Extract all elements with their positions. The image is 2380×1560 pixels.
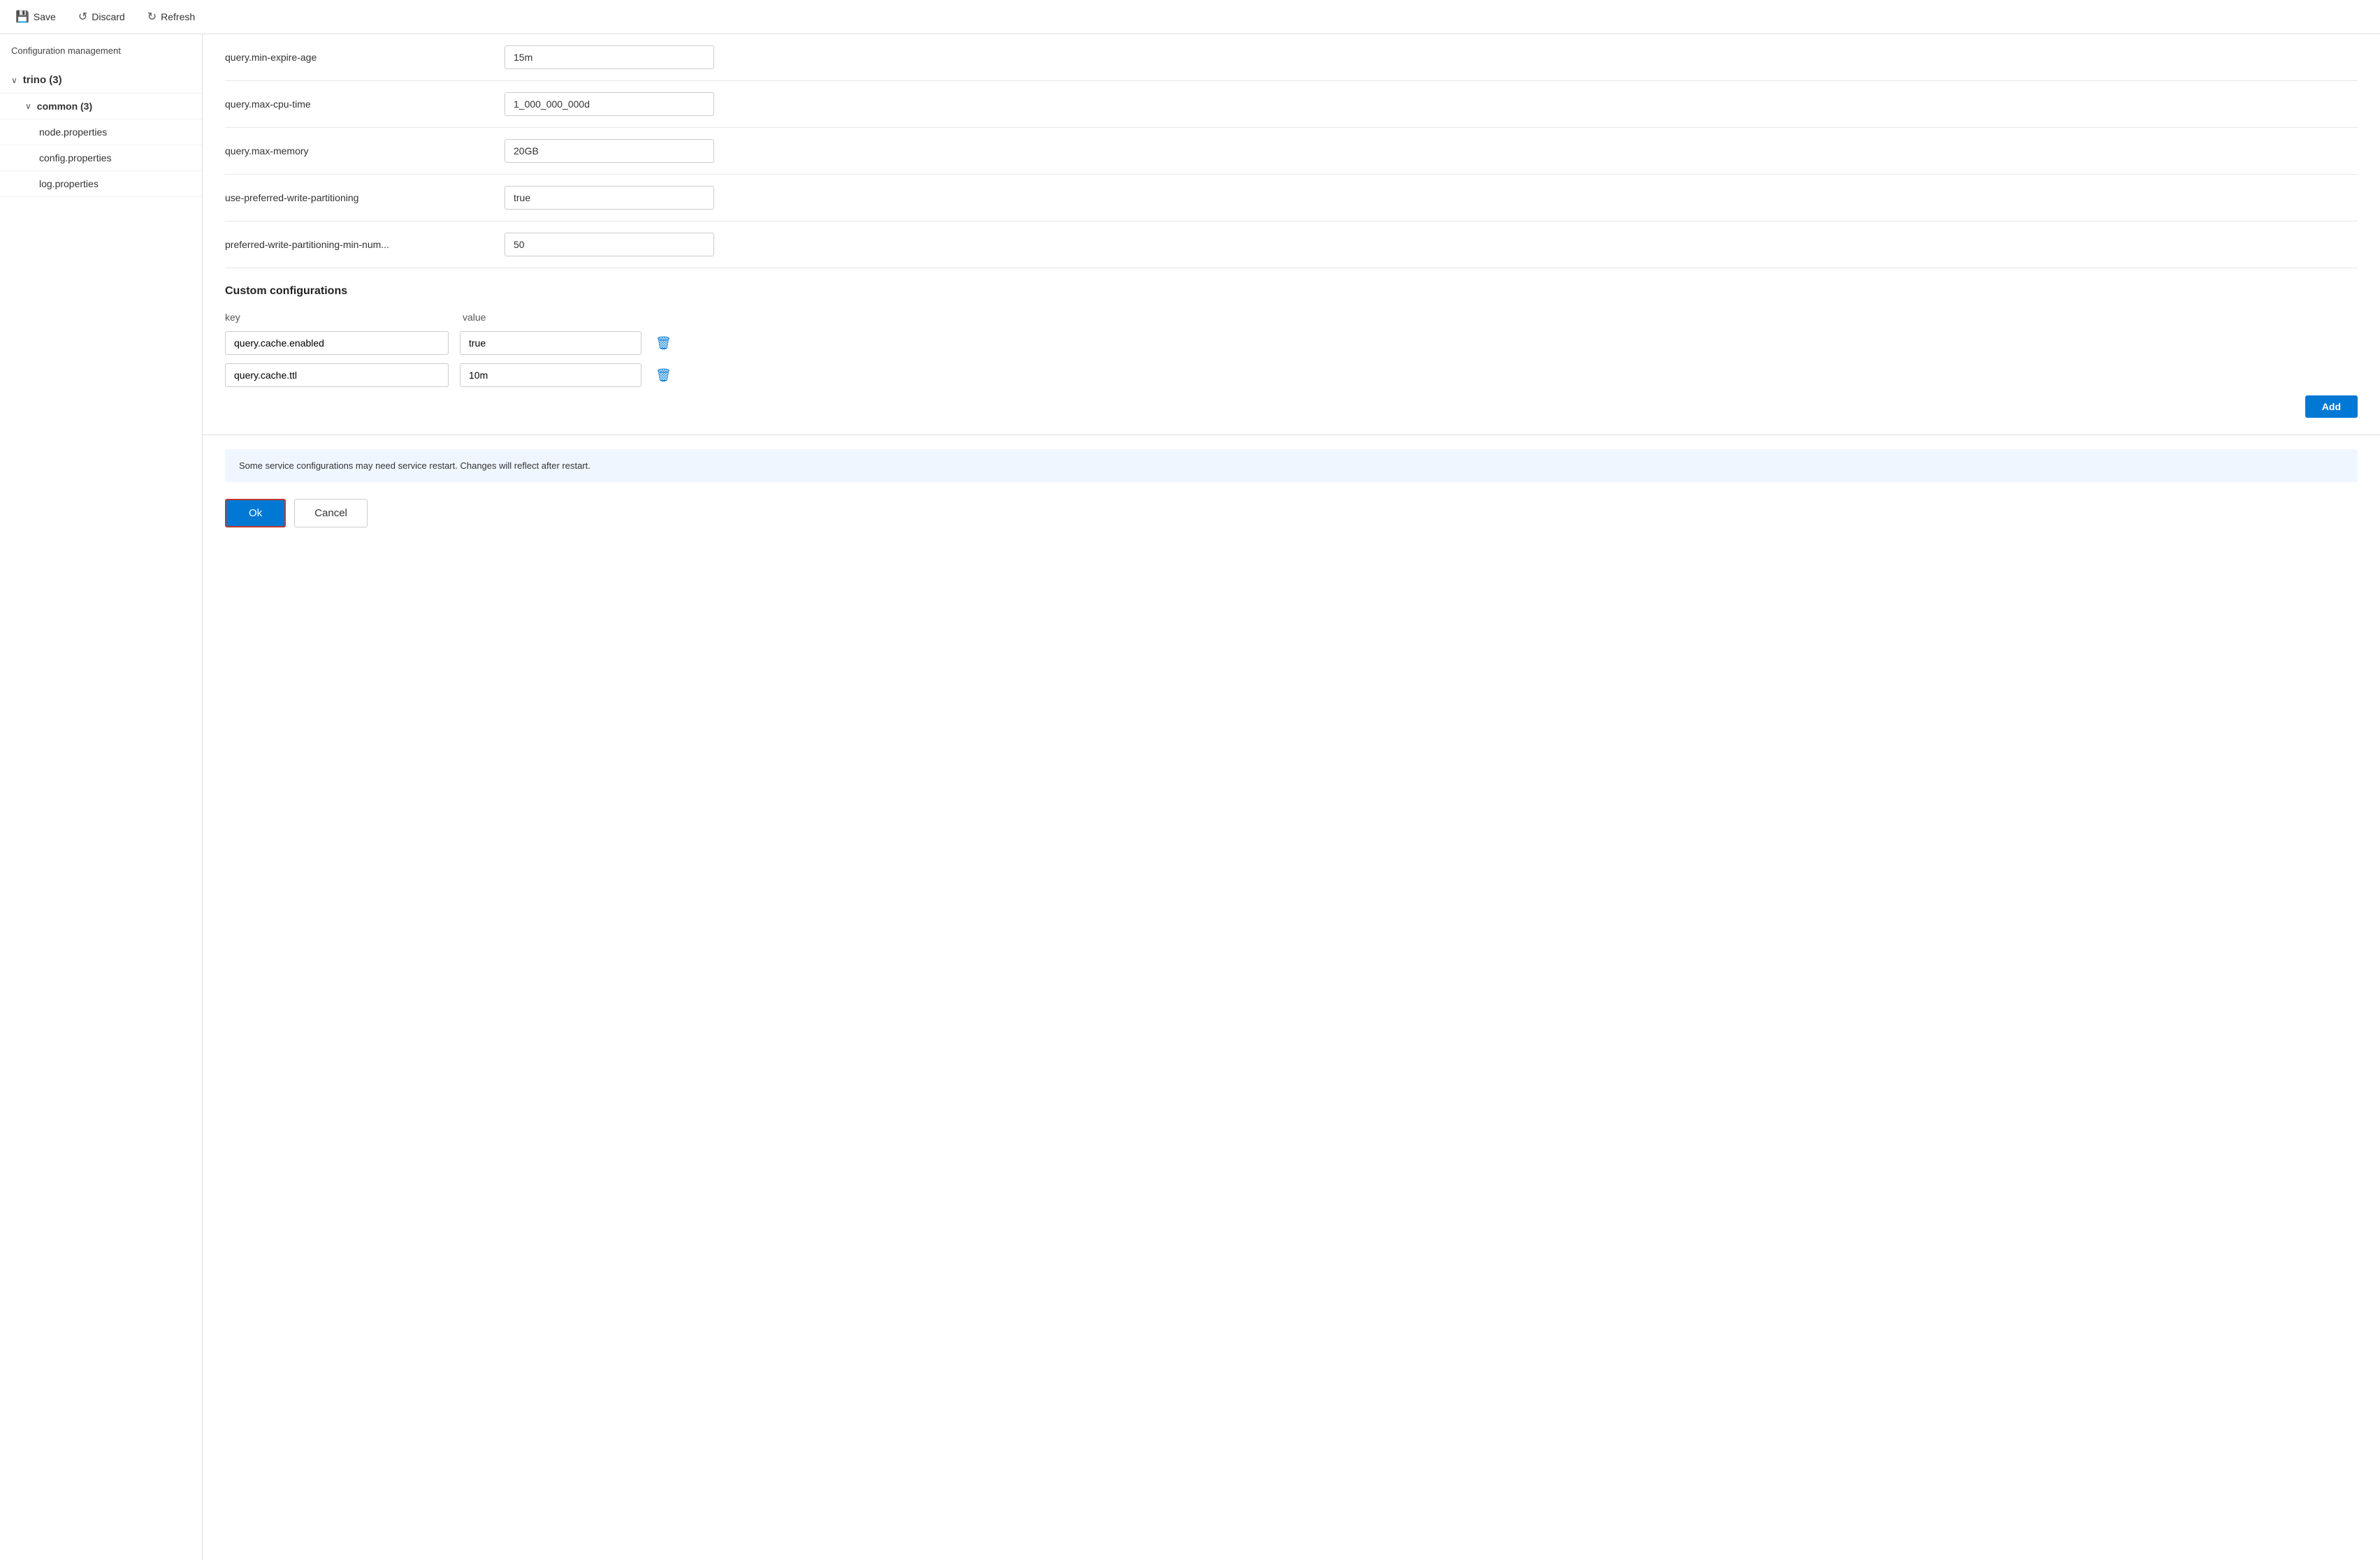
refresh-icon: ↻ [147,10,157,24]
chevron-down-icon: ∨ [11,75,17,85]
config-row-2: query.max-memory [225,128,2358,175]
tree-item-common[interactable]: ∨ common (3) [0,94,202,119]
config-value-input-3[interactable] [505,186,714,210]
custom-row-0: 🗑 [225,331,2358,355]
discard-label: Discard [92,11,124,22]
custom-configs-title: Custom configurations [225,285,2358,298]
delete-row-1-button[interactable]: 🗑 [653,365,674,386]
action-buttons: Ok Cancel [203,499,2380,550]
save-icon: 💾 [15,10,29,24]
tree-item-label-node-properties: node.properties [39,126,107,138]
config-value-input-1[interactable] [505,92,714,116]
add-button[interactable]: Add [2305,395,2358,418]
config-label-4: preferred-write-partitioning-min-num... [225,239,491,250]
sidebar-title: Configuration management [0,45,202,67]
cancel-button[interactable]: Cancel [294,499,368,527]
custom-key-input-1[interactable] [225,363,449,387]
custom-key-input-0[interactable] [225,331,449,355]
custom-configs-section: Custom configurations key value 🗑 🗑 Add [203,268,2380,435]
custom-row-1: 🗑 [225,363,2358,387]
config-label-0: query.min-expire-age [225,52,491,63]
config-row-3: use-preferred-write-partitioning [225,175,2358,221]
toolbar: 💾 Save ↺ Discard ↻ Refresh [0,0,2380,34]
refresh-button[interactable]: ↻ Refresh [143,7,199,27]
custom-table-header: key value [225,312,2358,323]
tree-item-trino[interactable]: ∨ trino (3) [0,67,202,94]
info-banner: Some service configurations may need ser… [225,449,2358,482]
main-layout: Configuration management ∨ trino (3) ∨ c… [0,34,2380,1560]
config-value-input-2[interactable] [505,139,714,163]
tree-item-label-config-properties: config.properties [39,152,112,163]
tree-item-label-trino: trino (3) [23,74,62,86]
config-label-3: use-preferred-write-partitioning [225,192,491,203]
config-section: query.min-expire-age query.max-cpu-time … [203,34,2380,268]
tree-item-log-properties[interactable]: log.properties [0,171,202,197]
config-row-0: query.min-expire-age [225,34,2358,81]
custom-value-input-0[interactable] [460,331,641,355]
config-value-input-0[interactable] [505,45,714,69]
ok-button[interactable]: Ok [225,499,286,527]
sidebar: Configuration management ∨ trino (3) ∨ c… [0,34,203,1560]
config-row-1: query.max-cpu-time [225,81,2358,128]
chevron-down-icon: ∨ [25,101,31,111]
tree-item-label-log-properties: log.properties [39,178,99,189]
config-label-1: query.max-cpu-time [225,99,491,110]
tree-item-label-common: common (3) [37,101,92,112]
config-value-input-4[interactable] [505,233,714,256]
refresh-label: Refresh [161,11,195,22]
custom-value-header: value [463,312,486,323]
content-area: query.min-expire-age query.max-cpu-time … [203,34,2380,1560]
delete-row-0-button[interactable]: 🗑 [653,333,674,353]
tree-item-node-properties[interactable]: node.properties [0,119,202,145]
add-btn-row: Add [225,395,2358,418]
discard-button[interactable]: ↺ Discard [74,7,129,27]
custom-value-input-1[interactable] [460,363,641,387]
save-button[interactable]: 💾 Save [11,7,60,27]
save-label: Save [34,11,56,22]
config-label-2: query.max-memory [225,145,491,156]
custom-key-header: key [225,312,449,323]
config-row-4: preferred-write-partitioning-min-num... [225,221,2358,268]
discard-icon: ↺ [78,10,87,24]
tree-item-config-properties[interactable]: config.properties [0,145,202,171]
